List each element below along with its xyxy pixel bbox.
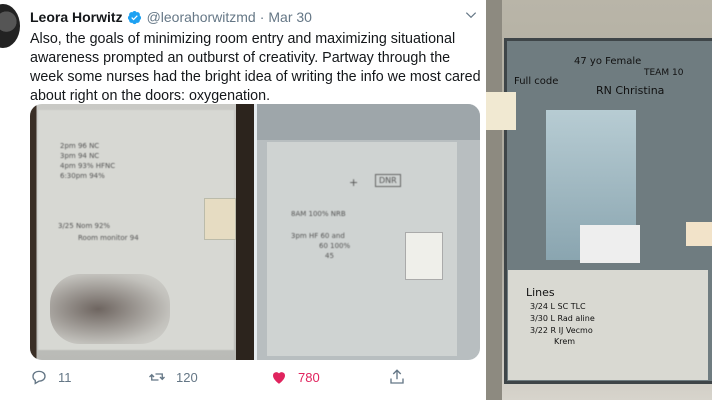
posted-note xyxy=(486,92,516,130)
handwritten-line: 8AM 100% NRB xyxy=(291,210,346,218)
door-header xyxy=(257,104,480,140)
retweet-count: 120 xyxy=(176,369,198,385)
photo-left[interactable]: 2pm 96 NC 3pm 94 NC 4pm 93% HFNC 6:30pm … xyxy=(30,104,254,360)
heart-icon xyxy=(273,372,285,384)
handwritten-line: Lines xyxy=(526,286,555,299)
handwritten-plus: + xyxy=(349,176,359,189)
header-separator: · xyxy=(259,9,265,25)
tweet-text: Also, the goals of minimizing room entry… xyxy=(30,31,481,104)
tweet-card[interactable]: Leora Horwitz @leorahorwitzmd · Mar 30 A… xyxy=(0,0,486,400)
tweet-date[interactable]: Mar 30 xyxy=(268,9,312,25)
verified-badge-icon xyxy=(127,10,141,24)
posted-note xyxy=(580,225,640,263)
handwritten-line: 6:30pm 94% xyxy=(60,172,105,180)
chevron-down-icon[interactable] xyxy=(464,8,478,22)
reply-icon xyxy=(32,370,46,385)
photo-middle[interactable]: + DNR 8AM 100% NRB 3pm HF 60 and 60 100%… xyxy=(257,104,480,360)
handwritten-line: 3/22 R IJ Vecmo xyxy=(530,326,593,335)
retweet-button[interactable]: 120 xyxy=(148,368,198,386)
author-avatar[interactable] xyxy=(0,4,20,48)
handwritten-line: 4pm 93% HFNC xyxy=(60,162,116,170)
handwritten-line: 3pm 94 NC xyxy=(60,152,100,160)
share-icon xyxy=(390,369,404,384)
retweet-icon xyxy=(149,373,165,381)
author-name[interactable]: Leora Horwitz xyxy=(30,9,123,25)
handwritten-line: 60 100% xyxy=(319,242,351,250)
tweet-actions: 11 120 780 xyxy=(30,368,430,388)
share-button[interactable] xyxy=(388,368,406,386)
handwritten-line: 45 xyxy=(325,252,334,260)
handwritten-line: RN Christina xyxy=(596,84,665,97)
handwritten-line: 3/24 L SC TLC xyxy=(530,302,586,311)
posted-note xyxy=(405,232,443,280)
reply-button[interactable]: 11 xyxy=(30,368,72,386)
handwritten-line: Room monitor 94 xyxy=(78,234,139,242)
handwritten-line: 3pm HF 60 and xyxy=(291,232,345,240)
like-count: 780 xyxy=(298,369,320,385)
handwritten-line: Full code xyxy=(514,76,559,87)
tweet-header: Leora Horwitz @leorahorwitzmd · Mar 30 xyxy=(30,9,312,25)
posted-note xyxy=(204,198,236,240)
handwritten-line: TEAM 10 xyxy=(644,68,684,78)
reflection-shadow xyxy=(50,274,170,344)
handwritten-line: Krem xyxy=(554,337,576,346)
author-handle[interactable]: @leorahorwitzmd xyxy=(147,9,256,25)
handwritten-line: 3/30 L Rad aline xyxy=(530,314,595,323)
handwritten-dnr: DNR xyxy=(375,174,401,187)
handwritten-line: 3/25 Nom 92% xyxy=(58,222,111,230)
tweet-media[interactable]: 2pm 96 NC 3pm 94 NC 4pm 93% HFNC 6:30pm … xyxy=(30,104,480,360)
handwritten-line: 2pm 96 NC xyxy=(60,142,100,150)
reply-count: 11 xyxy=(58,369,72,385)
posted-note xyxy=(686,222,712,246)
like-button[interactable]: 780 xyxy=(270,368,320,386)
photo-right[interactable]: 47 yo Female TEAM 10 RN Christina Full c… xyxy=(486,0,712,400)
wall xyxy=(486,0,502,400)
handwritten-line: 47 yo Female xyxy=(574,56,642,67)
